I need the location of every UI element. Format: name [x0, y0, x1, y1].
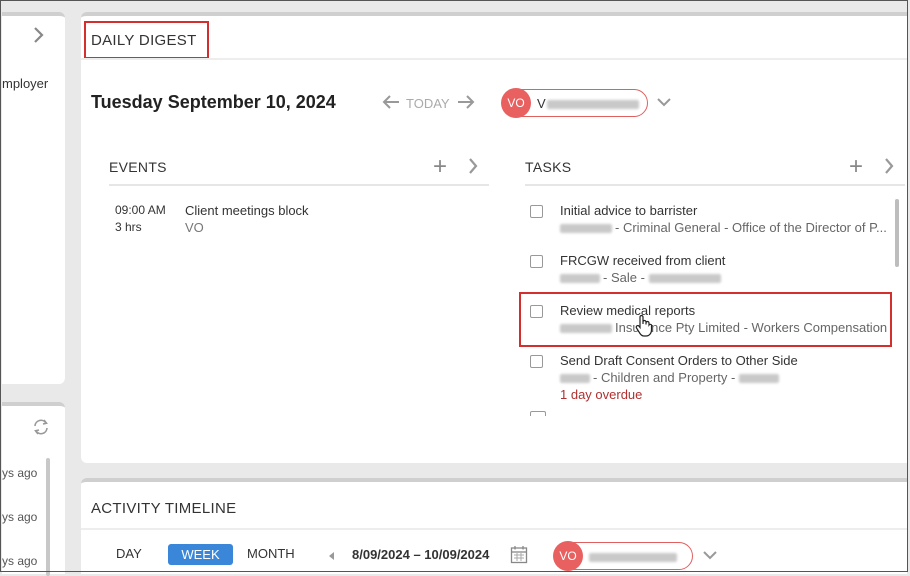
redacted-text [560, 224, 612, 234]
scrollbar[interactable] [895, 199, 899, 267]
task-checkbox[interactable] [530, 355, 543, 368]
task-checkbox[interactable] [530, 255, 543, 268]
event-duration: 3 hrs [115, 220, 142, 234]
overdue-label: 1 day overdue [560, 387, 643, 402]
event-time: 09:00 AM 3 hrs [115, 202, 166, 236]
list-item-time: ys ago [2, 510, 38, 524]
calendar-icon[interactable] [510, 545, 528, 564]
task-subtitle: - Children and Property - [560, 370, 780, 385]
task-subtitle: - Sale - [560, 270, 721, 285]
left-panel-top: mployer [2, 12, 65, 384]
tab-month[interactable]: MONTH [247, 546, 295, 561]
task-subtitle: - Criminal General - Office of the Direc… [560, 220, 887, 235]
task-checkbox[interactable] [530, 205, 543, 218]
arrow-left-icon[interactable] [381, 94, 401, 110]
hand-cursor-icon [635, 314, 653, 337]
add-event-icon[interactable]: + [433, 155, 447, 179]
task-checkbox[interactable] [530, 411, 546, 416]
tasks-header: TASKS [525, 159, 572, 175]
events-header: EVENTS [109, 159, 167, 175]
task-title: Initial advice to barrister [560, 203, 698, 218]
redacted-text [560, 274, 600, 284]
event-start: 09:00 AM [115, 203, 166, 217]
left-panel-bottom: ys ago ys ago ys ago [2, 402, 65, 576]
avatar: VO [501, 88, 531, 118]
user-selector[interactable]: VO [553, 541, 693, 571]
chevron-right-icon[interactable] [883, 157, 895, 175]
divider [109, 184, 489, 186]
redacted-text [589, 553, 677, 563]
arrow-right-icon[interactable] [456, 94, 476, 110]
today-button[interactable]: TODAY [406, 96, 450, 111]
chevron-right-icon[interactable] [467, 157, 479, 175]
redacted-text [648, 274, 721, 284]
digest-date: Tuesday September 10, 2024 [91, 92, 336, 112]
event-title: Client meetings block [185, 203, 309, 218]
divider [81, 528, 907, 530]
tab-week[interactable]: WEEK [168, 544, 233, 565]
event-item[interactable]: Client meetings block VO [185, 202, 309, 236]
highlight-box [519, 292, 892, 347]
event-owner: VO [185, 220, 204, 235]
activity-timeline-panel: ACTIVITY TIMELINE DAY WEEK MONTH 8/09/20… [81, 478, 907, 574]
left-panel-text: mployer [2, 76, 49, 91]
chevron-down-icon[interactable] [656, 96, 672, 108]
chevron-right-icon[interactable] [32, 26, 46, 44]
daily-digest-panel: DAILY DIGEST Tuesday September 10, 2024 … [81, 12, 907, 463]
add-task-icon[interactable]: + [849, 155, 863, 179]
refresh-icon[interactable] [32, 418, 50, 436]
redacted-text [560, 374, 590, 384]
list-item-time: ys ago [2, 466, 38, 480]
chevron-down-icon[interactable] [702, 549, 718, 561]
user-name: V [537, 96, 546, 111]
divider [525, 184, 905, 186]
tab-day[interactable]: DAY [116, 546, 142, 561]
list-item-time: ys ago [2, 554, 38, 568]
avatar: VO [553, 541, 583, 571]
highlight-box [84, 21, 209, 59]
redacted-text [546, 100, 639, 110]
redacted-text [739, 374, 780, 384]
divider [81, 58, 907, 60]
user-selector[interactable]: VO V [501, 88, 648, 118]
task-title: FRCGW received from client [560, 253, 726, 268]
date-range: 8/09/2024 – 10/09/2024 [352, 547, 490, 562]
panel-title: ACTIVITY TIMELINE [91, 500, 237, 517]
caret-left-icon[interactable] [328, 551, 336, 561]
scrollbar[interactable] [46, 458, 50, 576]
task-title: Send Draft Consent Orders to Other Side [560, 353, 798, 368]
